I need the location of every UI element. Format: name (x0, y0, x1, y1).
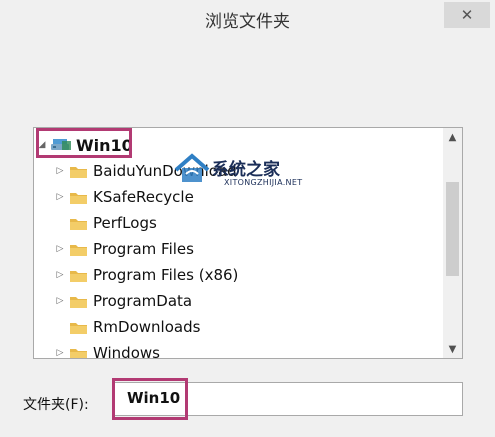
expand-arrow-icon[interactable]: ▷ (52, 236, 68, 262)
vertical-scrollbar[interactable]: ▲ ▼ (443, 128, 462, 358)
tree-item[interactable]: ▷ Program Files (34, 236, 444, 262)
folder-icon (70, 191, 87, 204)
expand-arrow-icon[interactable]: ▷ (52, 288, 68, 314)
instruction-area (10, 38, 485, 126)
watermark-text: 系统之家 (212, 160, 280, 180)
tree-item-label: Windows (93, 344, 160, 359)
tree-item-label: Program Files (x86) (93, 266, 239, 284)
title-bar: 浏览文件夹 ✕ (0, 0, 495, 38)
folder-icon (70, 321, 87, 334)
tree-item-label: Program Files (93, 240, 194, 258)
folder-field-label: 文件夹(F): (23, 397, 89, 413)
expand-arrow-icon[interactable]: ▷ (52, 158, 68, 184)
tree-item[interactable]: PerfLogs (34, 210, 444, 236)
tree-item[interactable]: RmDownloads (34, 314, 444, 340)
tree-item[interactable]: ▷ Program Files (x86) (34, 262, 444, 288)
expand-arrow-icon[interactable]: ▷ (52, 340, 68, 358)
scroll-up-button[interactable]: ▲ (443, 128, 462, 146)
watermark-house-icon (174, 153, 210, 182)
expand-arrow-icon[interactable]: ▷ (52, 262, 68, 288)
close-button[interactable]: ✕ (444, 2, 490, 28)
scroll-down-button[interactable]: ▼ (443, 340, 462, 358)
chevron-down-icon: ▼ (448, 343, 457, 355)
folder-icon (70, 269, 87, 282)
folder-icon (70, 165, 87, 178)
tree-item-label: PerfLogs (93, 214, 157, 232)
scroll-thumb[interactable] (446, 182, 459, 276)
tree-item-label: ProgramData (93, 292, 193, 310)
tree-item[interactable]: ▷ ProgramData (34, 288, 444, 314)
folder-icon (70, 295, 87, 308)
tree-item[interactable]: ▷ Windows (34, 340, 444, 359)
expand-arrow-icon (52, 210, 68, 236)
tree-item-label: RmDownloads (93, 318, 201, 336)
watermark-logo: 系统之家 XITONGZHIJIA.NET (172, 150, 322, 194)
watermark-subtext: XITONGZHIJIA.NET (224, 178, 303, 187)
folder-icon (70, 347, 87, 358)
close-icon: ✕ (460, 6, 474, 24)
expand-arrow-icon (52, 314, 68, 340)
input-highlight-box (112, 378, 188, 420)
chevron-up-icon: ▲ (448, 131, 457, 143)
folder-icon (70, 243, 87, 256)
folder-icon (70, 217, 87, 230)
dialog-title: 浏览文件夹 (205, 12, 290, 32)
expand-arrow-icon[interactable]: ▷ (52, 184, 68, 210)
root-highlight-box (36, 128, 132, 158)
